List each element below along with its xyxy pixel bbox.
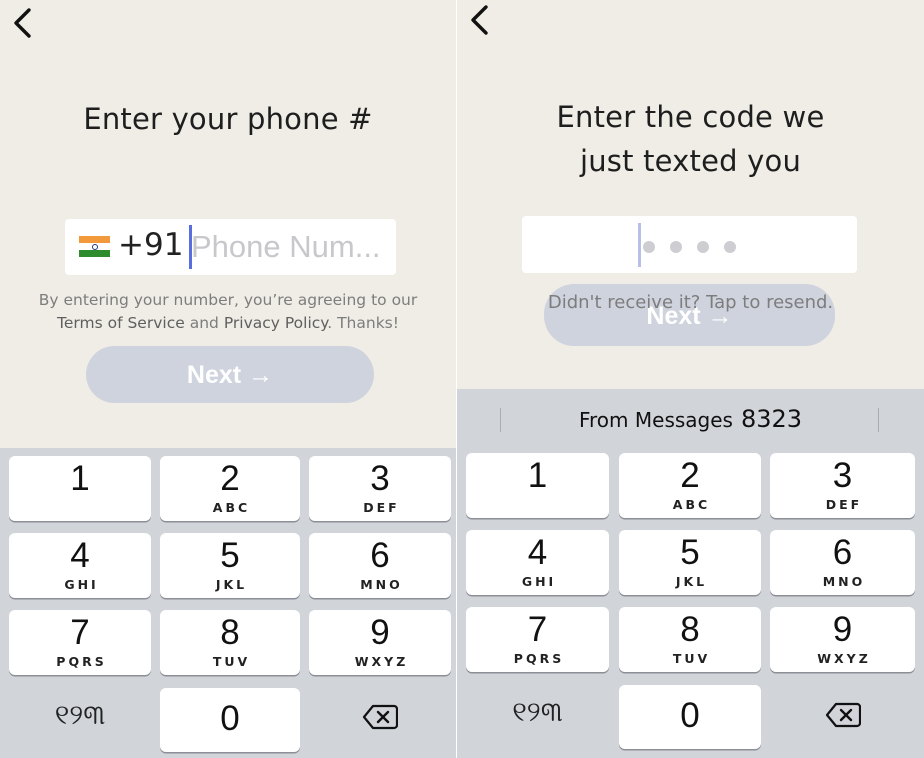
text-cursor (638, 223, 641, 267)
phone-entry-screen: Enter your phone # +91 By entering your … (0, 0, 456, 758)
key-4[interactable]: 4 GHI (9, 533, 151, 598)
key-5[interactable]: 5 JKL (619, 530, 761, 595)
code-digit-placeholder (724, 241, 736, 253)
key-7[interactable]: 7 PQRS (9, 610, 151, 675)
delete-key[interactable] (309, 704, 451, 734)
suggestion-source: From Messages (578, 408, 733, 432)
key-2[interactable]: 2 ABC (619, 453, 761, 518)
terms-and: and (189, 314, 219, 332)
page-title: Enter your phone # (83, 102, 373, 136)
title-line-2: just texted you (579, 144, 802, 178)
suggestion-code: 8323 (740, 405, 803, 433)
key-6[interactable]: 6 MNO (309, 533, 451, 598)
chevron-left-icon (471, 5, 488, 35)
phone-input-box[interactable]: +91 (65, 219, 396, 275)
title-line-1: Enter the code we (556, 100, 825, 134)
chevron-left-icon (14, 8, 31, 38)
language-key[interactable]: ୧୨୩ (9, 698, 151, 738)
terms-of-service-link[interactable]: Terms of Service (57, 314, 185, 332)
key-1[interactable]: 1 (9, 456, 151, 521)
country-code[interactable]: +91 (118, 227, 183, 263)
phone-number-input[interactable] (191, 225, 391, 269)
key-7[interactable]: 7 PQRS (466, 607, 609, 672)
code-digit-placeholder (670, 241, 682, 253)
key-9[interactable]: 9 WXYZ (770, 607, 915, 672)
key-8[interactable]: 8 TUV (619, 607, 761, 672)
backspace-icon (362, 704, 398, 730)
key-5[interactable]: 5 JKL (160, 533, 300, 598)
key-9[interactable]: 9 WXYZ (309, 610, 451, 675)
delete-key[interactable] (770, 702, 915, 732)
back-button[interactable] (465, 3, 495, 37)
next-button[interactable]: Next → (86, 346, 374, 403)
code-digit-placeholder (643, 241, 655, 253)
numeric-keyboard: 1 2 ABC 3 DEF 4 GHI 5 JKL 6 MNO 7 PQRS 8 (0, 448, 456, 758)
back-button[interactable] (8, 6, 38, 40)
key-3[interactable]: 3 DEF (770, 453, 915, 518)
key-8[interactable]: 8 TUV (160, 610, 300, 675)
key-4[interactable]: 4 GHI (466, 530, 609, 595)
terms-thanks: . Thanks! (327, 314, 399, 332)
code-digit-placeholder (697, 241, 709, 253)
india-flag-icon[interactable] (79, 236, 110, 257)
backspace-icon (825, 702, 861, 728)
autofill-code-suggestion[interactable]: From Messages 8323 (457, 405, 924, 433)
page-title: Enter the code we just texted you (457, 95, 924, 183)
resend-link[interactable]: Didn't receive it? Tap to resend. (457, 292, 924, 313)
key-6[interactable]: 6 MNO (770, 530, 915, 595)
code-input-box[interactable] (522, 216, 857, 273)
key-0[interactable]: 0 (619, 685, 761, 749)
suggestion-bar: From Messages 8323 (457, 389, 924, 449)
language-key[interactable]: ୧୨୩ (466, 695, 609, 735)
privacy-policy-link[interactable]: Privacy Policy (224, 314, 327, 332)
terms-notice: By entering your number, you’re agreeing… (0, 289, 456, 335)
numeric-keyboard: From Messages 8323 1 2 ABC 3 DEF 4 GHI 5 … (457, 389, 924, 758)
key-1[interactable]: 1 (466, 453, 609, 518)
key-2[interactable]: 2 ABC (160, 456, 300, 521)
key-3[interactable]: 3 DEF (309, 456, 451, 521)
key-0[interactable]: 0 (160, 688, 300, 752)
terms-line1: By entering your number, you’re agreeing… (38, 291, 418, 309)
verification-code-screen: Enter the code we just texted you Next →… (457, 0, 924, 758)
